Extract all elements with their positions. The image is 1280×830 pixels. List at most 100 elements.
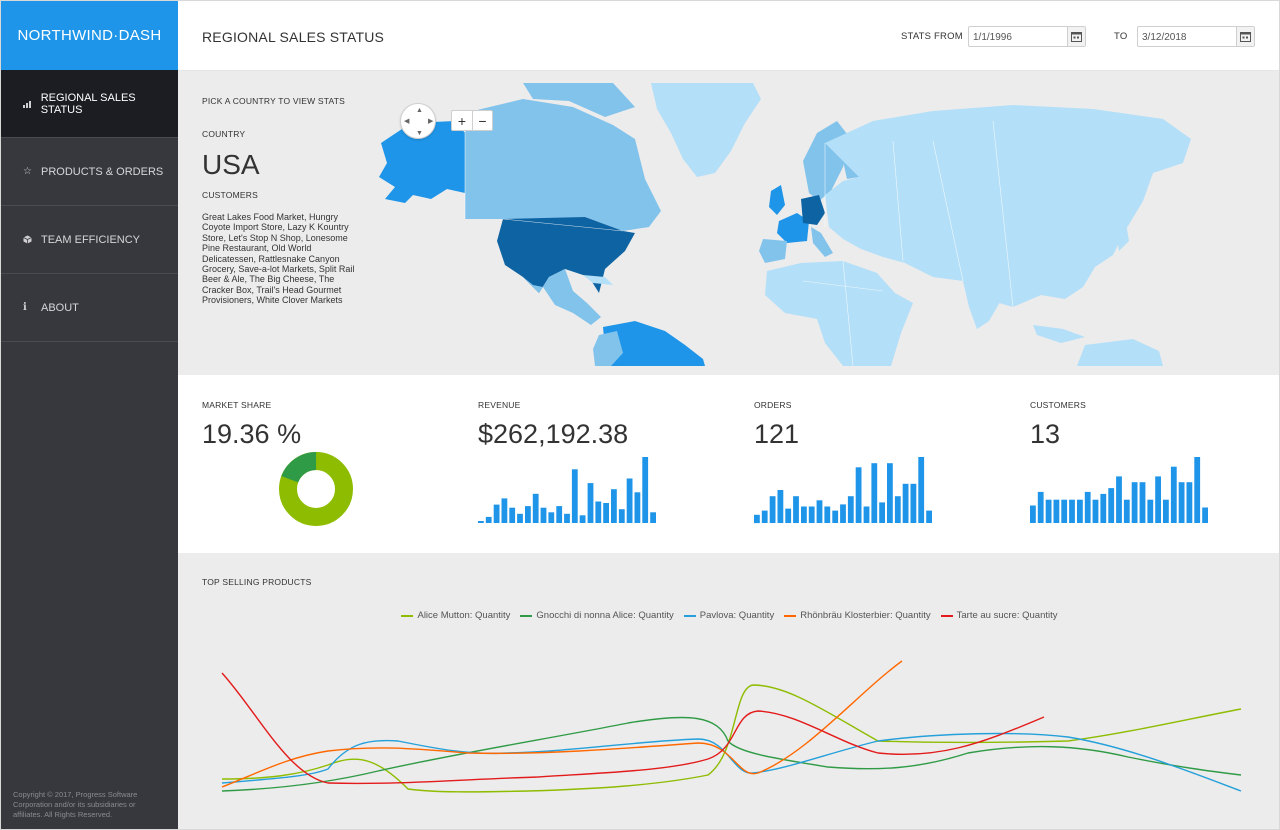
- bar: [493, 504, 500, 523]
- to-date-picker[interactable]: 3/12/2018: [1137, 26, 1255, 47]
- country-spain[interactable]: [759, 239, 787, 263]
- top-selling-products-line-chart: [221, 660, 1242, 793]
- bar: [642, 457, 649, 523]
- revenue-bar-chart: [478, 457, 656, 523]
- kpi-value: 19.36 %: [202, 419, 302, 449]
- bar: [863, 506, 870, 523]
- sidebar-item-regional-sales-status[interactable]: REGIONAL SALES STATUS: [1, 70, 178, 138]
- kpi-value: $262,192.38: [478, 419, 629, 449]
- bar: [761, 510, 768, 523]
- customers-list: Great Lakes Food Market, Hungry Coyote I…: [202, 212, 355, 306]
- star-icon: ☆: [23, 166, 32, 177]
- kpi-revenue: REVENUE $262,192.38: [454, 375, 730, 553]
- country-australia[interactable]: [1077, 339, 1163, 366]
- kpi-label: REVENUE: [478, 400, 521, 410]
- stats-from-label: STATS FROM: [901, 31, 963, 42]
- sidebar-item-label: TEAM EFFICIENCY: [41, 233, 141, 246]
- bar: [1147, 499, 1154, 523]
- pan-right-icon[interactable]: ▶: [428, 118, 433, 125]
- zoom-in-button[interactable]: +: [452, 111, 472, 130]
- map-pan-control[interactable]: ▲ ▼ ◀ ▶: [400, 103, 436, 139]
- bar: [1194, 457, 1201, 523]
- country-indonesia[interactable]: [1033, 325, 1085, 343]
- bar: [887, 463, 893, 523]
- header: REGIONAL SALES STATUS STATS FROM 1/1/199…: [178, 1, 1279, 71]
- sidebar-item-label: REGIONAL SALES STATUS: [40, 91, 136, 116]
- bar: [1037, 491, 1044, 523]
- bar: [509, 507, 516, 523]
- bar: [1202, 507, 1208, 523]
- sidebar-item-about[interactable]: i ABOUT: [1, 274, 178, 342]
- country-name: USA: [202, 149, 260, 180]
- bar: [517, 513, 523, 523]
- to-date-value: 3/12/2018: [1142, 32, 1187, 43]
- brand-logo[interactable]: NORTHWIND·DASH: [1, 1, 178, 70]
- bar: [1053, 499, 1060, 523]
- bar: [816, 500, 823, 523]
- kpi-value: 121: [754, 419, 800, 449]
- bar: [485, 516, 492, 523]
- customers-bar-chart: [1030, 457, 1208, 523]
- country-germany[interactable]: [801, 195, 825, 225]
- country-greenland[interactable]: [651, 83, 761, 177]
- copyright-text: Copyright © 2017, Progress Software Corp…: [13, 790, 138, 819]
- country-italy[interactable]: [811, 227, 833, 257]
- bar: [478, 521, 484, 523]
- bar: [832, 510, 839, 523]
- bar: [754, 514, 760, 524]
- bar: [801, 506, 807, 523]
- from-date-value: 1/1/1996: [973, 32, 1012, 43]
- series-line-rhonbrau: [221, 660, 903, 788]
- bar: [1108, 488, 1115, 523]
- bar: [540, 507, 547, 523]
- sidebar-item-products-orders[interactable]: ☆ PRODUCTS & ORDERS: [1, 138, 178, 206]
- bar: [1163, 499, 1169, 523]
- bar: [769, 496, 776, 523]
- orders-bar-chart: [754, 457, 932, 524]
- kpi-section: MARKET SHARE 19.36 % REVENUE $262,192.38…: [178, 375, 1279, 553]
- bar: [595, 501, 602, 523]
- bar: [650, 512, 656, 523]
- bar: [634, 492, 641, 523]
- country-caribbean[interactable]: [583, 275, 613, 285]
- pan-down-icon[interactable]: ▼: [416, 130, 423, 137]
- pan-up-icon[interactable]: ▲: [416, 107, 423, 114]
- bar: [532, 493, 539, 523]
- series-line-gnocchi: [221, 716, 1242, 792]
- zoom-out-button[interactable]: −: [472, 111, 492, 130]
- bar: [855, 467, 862, 523]
- country-africa[interactable]: [765, 261, 913, 366]
- country-label: COUNTRY: [202, 129, 246, 139]
- bar: [926, 510, 932, 523]
- calendar-icon[interactable]: [1067, 27, 1085, 46]
- bar-chart-icon: [23, 100, 41, 108]
- country-uk[interactable]: [769, 185, 785, 215]
- bar: [824, 506, 831, 523]
- bar: [902, 483, 909, 523]
- bar: [1069, 499, 1075, 523]
- bar: [1131, 482, 1138, 523]
- cube-icon: [23, 235, 41, 244]
- pan-left-icon[interactable]: ◀: [404, 118, 409, 125]
- bar: [1123, 499, 1130, 523]
- bar: [556, 506, 563, 523]
- from-date-picker[interactable]: 1/1/1996: [968, 26, 1086, 47]
- world-map[interactable]: [373, 81, 1203, 366]
- calendar-icon[interactable]: [1236, 27, 1254, 46]
- sidebar-item-team-efficiency[interactable]: TEAM EFFICIENCY: [1, 206, 178, 274]
- bar: [525, 506, 531, 523]
- map-zoom-control: + −: [451, 110, 493, 131]
- bar: [879, 502, 885, 523]
- bar: [777, 490, 784, 523]
- top-selling-products-section: TOP SELLING PRODUCTS Alice Mutton: Quant…: [178, 553, 1279, 829]
- info-icon: i: [23, 302, 27, 313]
- bar: [1030, 505, 1036, 523]
- bar: [611, 489, 617, 523]
- country-canada[interactable]: [465, 99, 661, 231]
- bar: [501, 498, 508, 523]
- bar: [894, 496, 901, 523]
- bar: [1155, 476, 1161, 523]
- bar: [808, 506, 815, 523]
- to-label: TO: [1114, 31, 1128, 42]
- bar: [871, 463, 878, 523]
